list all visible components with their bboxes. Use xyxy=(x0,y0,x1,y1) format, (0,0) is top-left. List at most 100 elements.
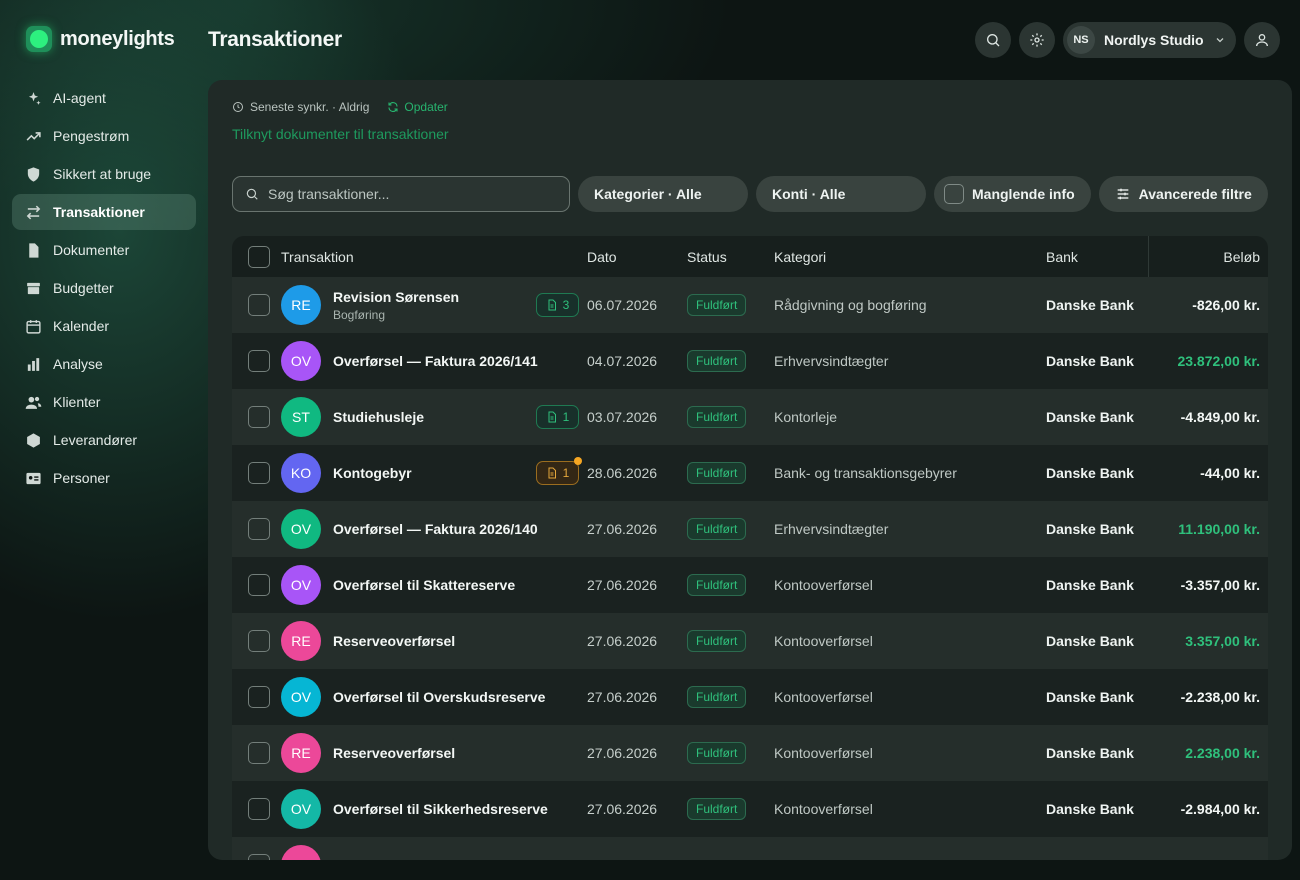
sliders-icon xyxy=(1117,188,1129,200)
profile-button[interactable] xyxy=(1244,22,1280,58)
swap-arrows-icon xyxy=(24,203,42,221)
row-checkbox[interactable] xyxy=(247,574,270,596)
transaction-amount: -2.984,00 kr. xyxy=(1180,801,1260,817)
transaction-bank: Danske Bank xyxy=(1046,745,1134,761)
attachment-badge[interactable]: 1 xyxy=(536,405,579,429)
transaction-category[interactable]: Kontooverførsel xyxy=(774,745,1046,761)
app-name: moneylights xyxy=(60,27,175,50)
sidebar-item-personer[interactable]: Personer xyxy=(12,460,196,496)
accounts-filter[interactable]: Konti · Alle xyxy=(756,176,926,212)
settings-button[interactable] xyxy=(1019,22,1055,58)
transaction-date: 04.07.2026 xyxy=(587,353,658,369)
transaction-date: 27.06.2026 xyxy=(587,521,658,537)
transaction-category[interactable]: Bank- og transaktionsgebyrer xyxy=(774,465,1046,481)
row-checkbox[interactable] xyxy=(247,854,270,860)
attachment-count: 1 xyxy=(562,466,570,480)
app-logo[interactable]: moneylights xyxy=(26,26,175,52)
attachment-badge[interactable]: 1 xyxy=(536,457,582,485)
sidebar-item-budgetter[interactable]: Budgetter xyxy=(12,270,196,306)
transaction-category[interactable]: Rådgivning og bogføring xyxy=(774,297,1046,313)
select-all-checkbox[interactable] xyxy=(247,245,270,268)
transaction-bank: Danske Bank xyxy=(1046,801,1134,817)
sparkles-icon xyxy=(24,89,42,107)
row-checkbox[interactable] xyxy=(247,686,270,708)
avatar: OV xyxy=(281,677,321,717)
table-row[interactable]: OV Overførsel til Skattereserve 27.06.2026… xyxy=(232,557,1268,613)
sync-status: Seneste synkr. · Aldrig Opdater xyxy=(232,100,448,114)
row-checkbox[interactable] xyxy=(247,518,270,540)
header-bank[interactable]: Bank xyxy=(1046,249,1148,265)
document-icon xyxy=(548,411,556,423)
missing-info-filter[interactable]: Manglende info xyxy=(934,176,1091,212)
missing-info-checkbox[interactable] xyxy=(944,184,964,204)
table-row[interactable]: ST Studiehusleje 1 03.07.2026 Fuldført Kontor… xyxy=(232,389,1268,445)
row-checkbox[interactable] xyxy=(247,630,270,652)
document-icon xyxy=(548,467,556,479)
attachment-badge[interactable]: 3 xyxy=(536,293,579,317)
sidebar-item-label: Leverandører xyxy=(53,432,138,448)
table-row[interactable]: OV Overførsel — Faktura 2026/141 04.07.202… xyxy=(232,333,1268,389)
transaction-date: 27.06.2026 xyxy=(587,633,658,649)
row-checkbox[interactable] xyxy=(247,294,270,316)
sidebar-item-label: Transaktioner xyxy=(53,204,145,220)
transaction-bank: Danske Bank xyxy=(1046,633,1134,649)
sidebar-item-transaktioner[interactable]: Transaktioner xyxy=(12,194,196,230)
sidebar-item-kalender[interactable]: Kalender xyxy=(12,308,196,344)
transaction-category[interactable]: Kontooverførsel xyxy=(774,689,1046,705)
sidebar-nav: AI-agent Pengestrøm Sikkert at bruge Transa… xyxy=(12,80,196,498)
search-box[interactable] xyxy=(232,176,570,212)
organization-switcher[interactable]: NS Nordlys Studio xyxy=(1063,22,1236,58)
table-row[interactable] xyxy=(232,837,1268,860)
row-checkbox[interactable] xyxy=(247,742,270,764)
sidebar-item-sikkert-at-bruge[interactable]: Sikkert at bruge xyxy=(12,156,196,192)
search-input[interactable] xyxy=(268,186,548,202)
header-date[interactable]: Dato xyxy=(587,249,687,265)
table-row[interactable]: OV Overførsel — Faktura 2026/140 27.06.202… xyxy=(232,501,1268,557)
avatar: RE xyxy=(281,733,321,773)
sync-text: Seneste synkr. · Aldrig xyxy=(250,100,370,114)
sidebar-item-label: Personer xyxy=(53,470,110,486)
table-header: Transaktion Dato Status Kategori Bank Be… xyxy=(232,236,1268,277)
row-checkbox[interactable] xyxy=(247,462,270,484)
row-checkbox[interactable] xyxy=(247,406,270,428)
categories-filter[interactable]: Kategorier · Alle xyxy=(578,176,748,212)
update-label: Opdater xyxy=(404,100,448,114)
shield-icon xyxy=(24,165,42,183)
transaction-category[interactable]: Kontooverførsel xyxy=(774,577,1046,593)
table-row[interactable]: RE Reserveoverførsel 27.06.2026 Fuldført Kon… xyxy=(232,613,1268,669)
header-category[interactable]: Kategori xyxy=(774,249,1046,265)
sidebar-item-klienter[interactable]: Klienter xyxy=(12,384,196,420)
header-amount[interactable]: Beløb xyxy=(1148,249,1268,265)
transaction-date: 28.06.2026 xyxy=(587,465,658,481)
transaction-category[interactable]: Erhvervsindtægter xyxy=(774,521,1046,537)
sidebar-item-leverandører[interactable]: Leverandører xyxy=(12,422,196,458)
table-row[interactable]: RE Reserveoverførsel 27.06.2026 Fuldført Kon… xyxy=(232,725,1268,781)
categories-filter-label: Kategorier · Alle xyxy=(594,186,702,202)
attachment-count: 1 xyxy=(562,410,570,424)
table-row[interactable]: OV Overførsel til Sikkerhedsreserve 27.06.… xyxy=(232,781,1268,837)
sidebar-item-pengestrøm[interactable]: Pengestrøm xyxy=(12,118,196,154)
sidebar-item-dokumenter[interactable]: Dokumenter xyxy=(12,232,196,268)
attachment-count: 3 xyxy=(562,298,570,312)
table-row[interactable]: KO Kontogebyr 1 28.06.2026 Fuldført Bank- og … xyxy=(232,445,1268,501)
sidebar-item-ai-agent[interactable]: AI-agent xyxy=(12,80,196,116)
row-checkbox[interactable] xyxy=(247,798,270,820)
header-transaction[interactable]: Transaktion xyxy=(281,249,587,265)
sidebar-item-analyse[interactable]: Analyse xyxy=(12,346,196,382)
advanced-filters-button[interactable]: Avancerede filtre xyxy=(1098,176,1268,212)
transaction-category[interactable]: Kontooverførsel xyxy=(774,633,1046,649)
avatar: KO xyxy=(281,453,321,493)
search-button[interactable] xyxy=(975,22,1011,58)
link-documents-link[interactable]: Tilknyt dokumenter til transaktioner xyxy=(232,126,449,142)
header-status[interactable]: Status xyxy=(687,249,774,265)
transaction-category[interactable]: Kontooverførsel xyxy=(774,801,1046,817)
id-card-icon xyxy=(24,469,42,487)
table-row[interactable]: OV Overførsel til Overskudsreserve 27.06.2… xyxy=(232,669,1268,725)
row-checkbox[interactable] xyxy=(247,350,270,372)
update-button[interactable]: Opdater xyxy=(387,100,448,114)
table-row[interactable]: RE Revision Sørensen Bogføring 3 06.07.2026 F… xyxy=(232,277,1268,333)
transaction-category[interactable]: Kontorleje xyxy=(774,409,1046,425)
cube-icon xyxy=(24,431,42,449)
transaction-date: 03.07.2026 xyxy=(587,409,658,425)
transaction-category[interactable]: Erhvervsindtægter xyxy=(774,353,1046,369)
